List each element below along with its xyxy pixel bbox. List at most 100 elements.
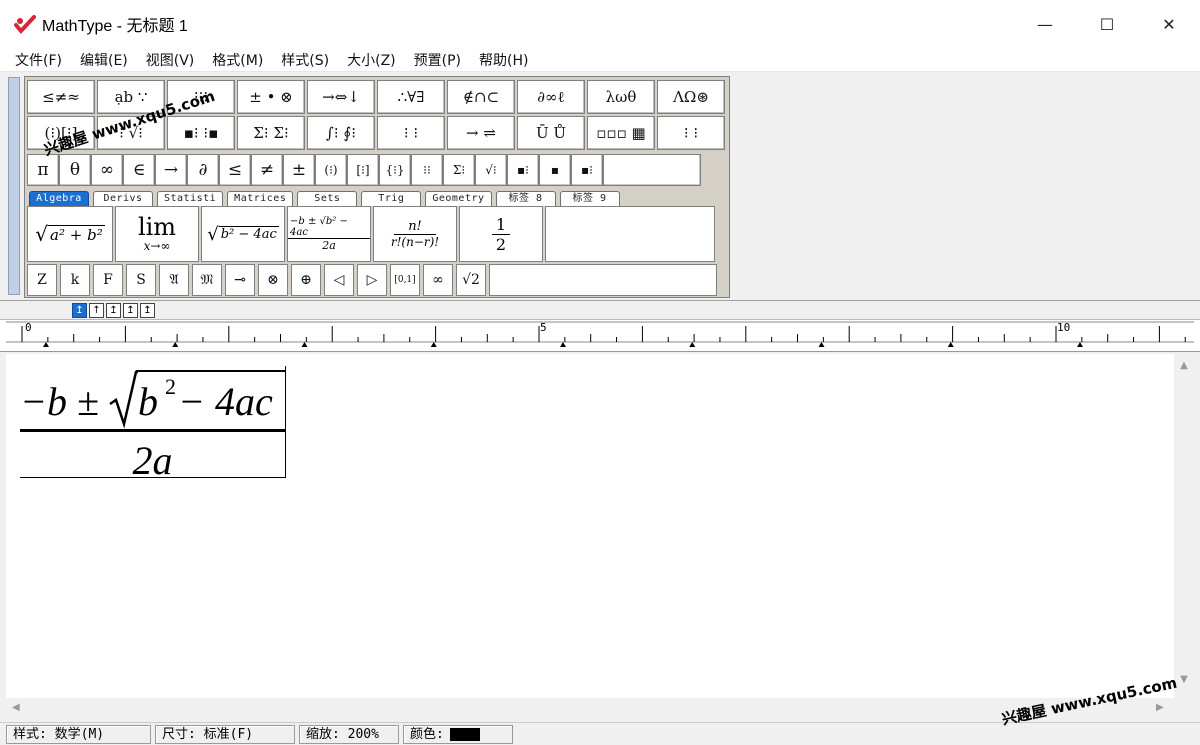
sub-superscript-template-button[interactable]: ▪⁝ <box>571 154 603 186</box>
parentheses-template-button[interactable]: (⁝) <box>315 154 347 186</box>
bars-palette-button[interactable]: ⁝ ⁝ <box>377 116 445 150</box>
ruler[interactable]: 0 5 10 <box>0 319 1200 352</box>
matrices-palette-button[interactable]: ▫▫▫ ▦ <box>587 116 655 150</box>
scripts-palette-button[interactable]: ▪⁝ ⁝▪ <box>167 116 235 150</box>
close-button[interactable]: ✕ <box>1138 0 1200 48</box>
greek-upper-palette-button[interactable]: ΛΩ⊛ <box>657 80 725 114</box>
integrals-palette-button[interactable]: ∫⁝ ∮⁝ <box>307 116 375 150</box>
element-of-symbol-button[interactable]: ∈ <box>123 154 155 186</box>
menu-preferences[interactable]: 预置(P) <box>405 50 470 70</box>
equation-editor[interactable]: −b ± b 2 − 4ac 2a <box>6 354 1174 698</box>
double-struck-f-button[interactable]: F <box>93 264 123 296</box>
less-equal-symbol-button[interactable]: ≤ <box>219 154 251 186</box>
equation-fraction[interactable]: −b ± b 2 − 4ac 2a <box>20 366 286 478</box>
products-palette-button[interactable]: Ū Ů <box>517 116 585 150</box>
closed-interval-button[interactable]: [0,1] <box>390 264 420 296</box>
menu-help[interactable]: 帮助(H) <box>470 50 537 70</box>
greek-lower-palette-button[interactable]: λωθ <box>587 80 655 114</box>
sum-template-button[interactable]: Σ⁝ <box>443 154 475 186</box>
sqrt-sum-squares-template[interactable]: √ a² + b² <box>27 206 113 262</box>
scroll-up-icon[interactable]: ▲ <box>1178 360 1190 372</box>
status-style: 样式: 数学(M) <box>6 724 151 744</box>
multimap-button[interactable]: ⊸ <box>225 264 255 296</box>
radical-sign-icon <box>109 370 138 429</box>
menu-view[interactable]: 视图(V) <box>137 50 204 70</box>
circled-plus-button[interactable]: ⊕ <box>291 264 321 296</box>
empty-template-slot <box>545 206 715 262</box>
right-triangle-button[interactable]: ▷ <box>357 264 387 296</box>
arrows-palette-button[interactable]: →⇔↓ <box>307 80 375 114</box>
fraktur-a-button[interactable]: 𝔄 <box>159 264 189 296</box>
script-s-button[interactable]: S <box>126 264 156 296</box>
tab-statistics[interactable]: Statisti <box>157 191 224 206</box>
misc-symbols-palette-button[interactable]: ∂∞ℓ <box>517 80 585 114</box>
alignment-toolbar: ↥ ↑ ↥ ↥ ↥ <box>0 301 1200 319</box>
window-controls: — ☐ ✕ <box>1014 0 1200 48</box>
align-baseline-icon[interactable]: ↥ <box>106 302 121 318</box>
superscript-template-button[interactable]: ▪⁝ <box>507 154 539 186</box>
sqrt-two-button[interactable]: √2 <box>456 264 486 296</box>
tab-9[interactable]: 标签 9 <box>559 191 620 206</box>
partial-symbol-button[interactable]: ∂ <box>187 154 219 186</box>
menu-edit[interactable]: 编辑(E) <box>71 50 137 70</box>
set-theory-palette-button[interactable]: ∉∩⊂ <box>447 80 515 114</box>
sqrt-template-button[interactable]: √⁝ <box>475 154 507 186</box>
half-fraction-template[interactable]: 1 2 <box>459 206 543 262</box>
operators-palette-button[interactable]: ± • ⊗ <box>237 80 305 114</box>
infinity-button[interactable]: ∞ <box>423 264 453 296</box>
double-struck-k-button[interactable]: k <box>60 264 90 296</box>
fraktur-m-button[interactable]: 𝔐 <box>192 264 222 296</box>
tab-8[interactable]: 标签 8 <box>495 191 556 206</box>
logical-palette-button[interactable]: ∴∀∃ <box>377 80 445 114</box>
circled-times-button[interactable]: ⊗ <box>258 264 288 296</box>
empty-symbol-slot <box>603 154 701 186</box>
menu-size[interactable]: 大小(Z) <box>338 50 405 70</box>
pi-symbol-button[interactable]: π <box>27 154 59 186</box>
tab-geometry[interactable]: Geometry <box>425 191 492 206</box>
menu-format[interactable]: 格式(M) <box>203 50 272 70</box>
subscript-template-button[interactable]: ▪ <box>539 154 571 186</box>
scroll-right-icon[interactable]: ▶ <box>1156 702 1164 713</box>
small-tab-row: Z k F S 𝔄 𝔐 ⊸ ⊗ ⊕ ◁ ▷ [0,1] ∞ √2 <box>27 264 717 296</box>
align-bottom-icon[interactable]: ↥ <box>140 302 155 318</box>
binomial-template[interactable]: n! r!(n−r)! <box>373 206 457 262</box>
minimize-button[interactable]: — <box>1014 0 1076 48</box>
radicand-rest: − 4ac <box>178 379 273 424</box>
double-struck-z-button[interactable]: Z <box>27 264 57 296</box>
tab-derivs[interactable]: Derivs <box>93 191 153 206</box>
palette-tabs: Algebra Derivs Statisti Matrices Sets Tr… <box>29 191 620 206</box>
radicand-exponent: 2 <box>165 374 176 399</box>
relations-palette-button[interactable]: ≤≠≈ <box>27 80 95 114</box>
ruler-label-10: 10 <box>1057 321 1071 334</box>
discriminant-template[interactable]: √ b² − 4ac <box>201 206 285 262</box>
infinity-symbol-button[interactable]: ∞ <box>91 154 123 186</box>
toolbar-drag-handle[interactable] <box>8 77 20 295</box>
vertical-scrollbar[interactable]: ▲ ▼ <box>1174 354 1194 719</box>
theta-symbol-button[interactable]: θ <box>59 154 91 186</box>
boxes-palette-button[interactable]: ⁝ ⁝ <box>657 116 725 150</box>
arrow-symbol-button[interactable]: → <box>155 154 187 186</box>
limit-template[interactable]: lim x→∞ <box>115 206 199 262</box>
not-equal-symbol-button[interactable]: ≠ <box>251 154 283 186</box>
quadratic-formula-template[interactable]: −b ± √b² − 4ac 2a <box>287 206 371 262</box>
scroll-down-icon[interactable]: ▼ <box>1178 674 1190 686</box>
fraction-denominator: 2a <box>20 432 286 478</box>
menu-style[interactable]: 样式(S) <box>272 50 338 70</box>
scroll-left-icon[interactable]: ◀ <box>12 702 20 713</box>
menu-file[interactable]: 文件(F) <box>6 50 71 70</box>
align-center-icon[interactable]: ↥ <box>123 302 138 318</box>
brackets-template-button[interactable]: [⁝] <box>347 154 379 186</box>
summations-palette-button[interactable]: Σ⁝ Σ⁝ <box>237 116 305 150</box>
tab-algebra[interactable]: Algebra <box>29 191 89 206</box>
tab-trig[interactable]: Trig <box>361 191 422 206</box>
tab-sets[interactable]: Sets <box>297 191 358 206</box>
tab-matrices[interactable]: Matrices <box>227 191 294 206</box>
labeled-arrows-palette-button[interactable]: → ⇌ <box>447 116 515 150</box>
fraction-template-button[interactable]: ⁝⁝ <box>411 154 443 186</box>
align-up-icon[interactable]: ↑ <box>89 302 104 318</box>
left-triangle-button[interactable]: ◁ <box>324 264 354 296</box>
align-top-icon[interactable]: ↥ <box>72 302 87 318</box>
maximize-button[interactable]: ☐ <box>1076 0 1138 48</box>
plus-minus-symbol-button[interactable]: ± <box>283 154 315 186</box>
braces-template-button[interactable]: {⁝} <box>379 154 411 186</box>
